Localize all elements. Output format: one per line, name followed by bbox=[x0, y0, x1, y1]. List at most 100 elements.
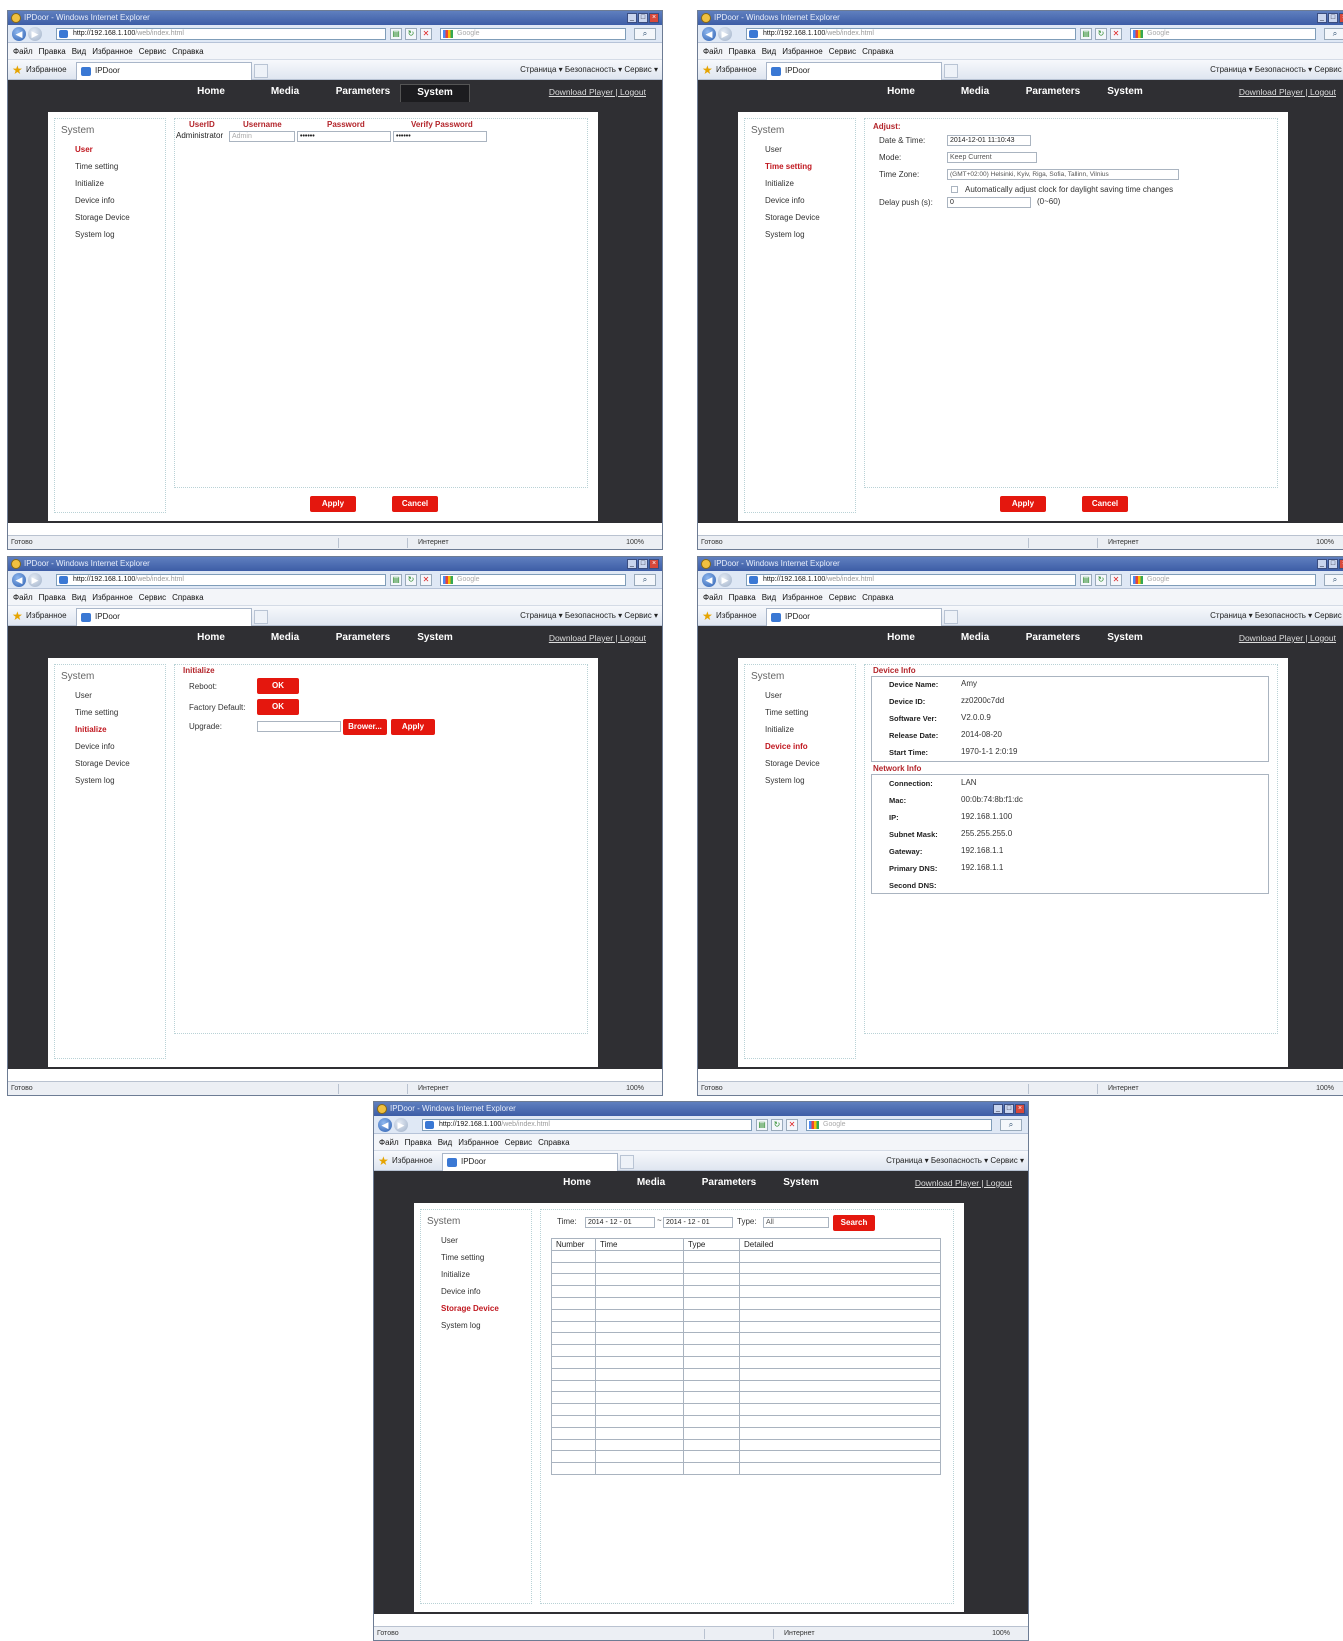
sidebar-item[interactable]: Initialize bbox=[441, 1270, 470, 1279]
menu-item[interactable]: Правка bbox=[729, 47, 756, 56]
menu-item[interactable]: Сервис bbox=[139, 593, 166, 602]
menu-item[interactable]: Справка bbox=[862, 47, 893, 56]
verify-password-field[interactable]: •••••• bbox=[393, 131, 487, 142]
menu-item[interactable]: Справка bbox=[862, 593, 893, 602]
close-icon[interactable]: × bbox=[1339, 559, 1343, 569]
search-input[interactable]: Google bbox=[440, 574, 626, 586]
menu-item[interactable]: Избранное bbox=[92, 47, 133, 56]
favorites-button[interactable]: ★ Избранное bbox=[12, 606, 67, 626]
refresh-icon[interactable]: ↻ bbox=[405, 574, 417, 586]
stop-icon[interactable]: ✕ bbox=[786, 1119, 798, 1131]
nav-home[interactable]: Home bbox=[176, 84, 246, 102]
menu-item[interactable]: Правка bbox=[39, 47, 66, 56]
back-icon[interactable]: ◀ bbox=[12, 573, 26, 587]
sidebar-item[interactable]: Initialize bbox=[75, 179, 104, 188]
menu-item[interactable]: Файл bbox=[703, 47, 723, 56]
refresh-icon[interactable]: ↻ bbox=[1095, 574, 1107, 586]
sidebar-item[interactable]: Device info bbox=[765, 742, 808, 751]
sidebar-item[interactable]: Storage Device bbox=[441, 1304, 499, 1313]
menu-item[interactable]: Сервис bbox=[829, 47, 856, 56]
sidebar-item[interactable]: Storage Device bbox=[75, 213, 130, 222]
nav-home[interactable]: Home bbox=[542, 1175, 612, 1193]
back-icon[interactable]: ◀ bbox=[12, 27, 26, 41]
command-bar[interactable]: Страница ▾ Безопасность ▾ Сервис ▾ bbox=[520, 60, 658, 80]
nav-system[interactable]: System bbox=[400, 630, 470, 648]
menu-item[interactable]: Сервис bbox=[829, 593, 856, 602]
menu-item[interactable]: Вид bbox=[72, 47, 86, 56]
minimize-icon[interactable]: _ bbox=[1317, 13, 1327, 23]
nav-parameters[interactable]: Parameters bbox=[328, 84, 398, 102]
minimize-icon[interactable]: _ bbox=[993, 1104, 1003, 1114]
nav-system[interactable]: System bbox=[766, 1175, 836, 1193]
command-bar[interactable]: Страница ▾ Безопасность ▾ Сервис ▾ bbox=[520, 606, 658, 626]
nav-system[interactable]: System bbox=[1090, 630, 1160, 648]
maximize-icon[interactable]: □ bbox=[638, 13, 648, 23]
url-input[interactable]: http://192.168.1.100/web/index.html bbox=[746, 28, 1076, 40]
sidebar-item[interactable]: Storage Device bbox=[75, 759, 130, 768]
menu-item[interactable]: Вид bbox=[762, 593, 776, 602]
menu-item[interactable]: Вид bbox=[762, 47, 776, 56]
sidebar-item[interactable]: System log bbox=[75, 230, 115, 239]
menu-item[interactable]: Файл bbox=[13, 47, 33, 56]
sidebar-item[interactable]: Initialize bbox=[75, 725, 107, 734]
maximize-icon[interactable]: □ bbox=[1328, 13, 1338, 23]
forward-icon[interactable]: ▶ bbox=[394, 1118, 408, 1132]
sidebar-item[interactable]: Initialize bbox=[765, 179, 794, 188]
menu-item[interactable]: Избранное bbox=[782, 47, 823, 56]
nav-parameters[interactable]: Parameters bbox=[1018, 630, 1088, 648]
sidebar-item[interactable]: Time setting bbox=[75, 162, 118, 171]
url-input[interactable]: http://192.168.1.100/web/index.html bbox=[422, 1119, 752, 1131]
menu-item[interactable]: Правка bbox=[39, 593, 66, 602]
search-input[interactable]: Google bbox=[806, 1119, 992, 1131]
menu-item[interactable]: Вид bbox=[72, 593, 86, 602]
factory-ok-button[interactable]: OK bbox=[257, 699, 299, 715]
mode-select[interactable]: Keep Current bbox=[947, 152, 1037, 163]
stop-icon[interactable]: ✕ bbox=[420, 28, 432, 40]
minimize-icon[interactable]: _ bbox=[627, 559, 637, 569]
sidebar-item[interactable]: Time setting bbox=[765, 162, 812, 171]
back-icon[interactable]: ◀ bbox=[378, 1118, 392, 1132]
url-input[interactable]: http://192.168.1.100/web/index.html bbox=[56, 574, 386, 586]
nav-parameters[interactable]: Parameters bbox=[694, 1175, 764, 1193]
search-input[interactable]: Google bbox=[1130, 28, 1316, 40]
search-input[interactable]: Google bbox=[1130, 574, 1316, 586]
upgrade-apply-button[interactable]: Apply bbox=[391, 719, 435, 735]
sidebar-item[interactable]: User bbox=[765, 691, 782, 700]
nav-media[interactable]: Media bbox=[940, 84, 1010, 102]
password-field[interactable]: •••••• bbox=[297, 131, 391, 142]
browser-tab[interactable]: IPDoor bbox=[76, 608, 252, 626]
zoom-level[interactable]: 100% bbox=[1316, 1082, 1334, 1095]
sidebar-item[interactable]: Storage Device bbox=[765, 759, 820, 768]
sidebar-item[interactable]: User bbox=[75, 691, 92, 700]
sidebar-item[interactable]: Device info bbox=[441, 1287, 481, 1296]
new-tab-button[interactable] bbox=[944, 610, 958, 624]
close-icon[interactable]: × bbox=[1015, 1104, 1025, 1114]
sidebar-item[interactable]: Device info bbox=[75, 742, 115, 751]
upgrade-file-field[interactable] bbox=[257, 721, 341, 732]
zoom-level[interactable]: 100% bbox=[992, 1627, 1010, 1640]
sidebar-item[interactable]: System log bbox=[765, 776, 805, 785]
maximize-icon[interactable]: □ bbox=[1328, 559, 1338, 569]
menu-item[interactable]: Избранное bbox=[92, 593, 133, 602]
browser-tab[interactable]: IPDoor bbox=[766, 62, 942, 80]
favorites-button[interactable]: ★ Избранное bbox=[702, 606, 757, 626]
compat-icon[interactable]: ▤ bbox=[390, 28, 402, 40]
menu-item[interactable]: Вид bbox=[438, 1138, 452, 1147]
compat-icon[interactable]: ▤ bbox=[1080, 574, 1092, 586]
nav-media[interactable]: Media bbox=[250, 84, 320, 102]
menu-item[interactable]: Избранное bbox=[458, 1138, 499, 1147]
close-icon[interactable]: × bbox=[649, 559, 659, 569]
compat-icon[interactable]: ▤ bbox=[756, 1119, 768, 1131]
new-tab-button[interactable] bbox=[620, 1155, 634, 1169]
minimize-icon[interactable]: _ bbox=[627, 13, 637, 23]
back-icon[interactable]: ◀ bbox=[702, 27, 716, 41]
download-logout-link[interactable]: Download Player | Logout bbox=[549, 633, 646, 643]
browse-button[interactable]: Brower... bbox=[343, 719, 387, 735]
menu-item[interactable]: Сервис bbox=[505, 1138, 532, 1147]
close-icon[interactable]: × bbox=[649, 13, 659, 23]
sidebar-item[interactable]: User bbox=[765, 145, 782, 154]
forward-icon[interactable]: ▶ bbox=[718, 573, 732, 587]
nav-home[interactable]: Home bbox=[176, 630, 246, 648]
maximize-icon[interactable]: □ bbox=[1004, 1104, 1014, 1114]
search-icon[interactable]: ⌕ bbox=[634, 28, 656, 40]
